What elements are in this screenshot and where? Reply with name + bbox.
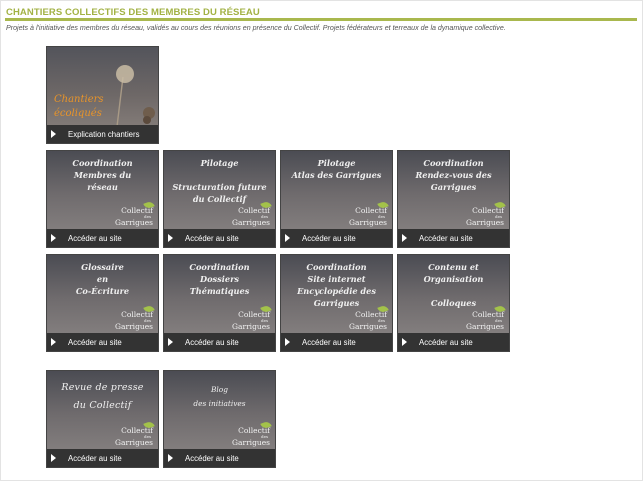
access-site-link[interactable]: Accéder au site [164,449,275,467]
tile-dossiers-thematiques[interactable]: Coordination Dossiers Thématiques Collec… [164,255,275,351]
tile-title: Revue de presse du Collectif [61,382,144,411]
tile-pilotage-atlas[interactable]: Pilotage Atlas des Garrigues Collectif de… [281,151,392,247]
tile-title: Pilotage Atlas des Garrigues [291,158,382,180]
arrow-right-icon [168,234,173,242]
access-site-link[interactable]: Accéder au site [47,229,158,247]
collectif-logo: Collectif des Garrigues [230,200,272,227]
collectif-logo: Collectif des Garrigues [113,304,155,331]
arrow-right-icon [51,130,56,138]
collectif-logo: Collectif des Garrigues [347,200,389,227]
page-title: CHANTIERS COLLECTIFS DES MEMBRES DU RÉSE… [6,7,260,18]
arrow-right-icon [402,234,407,242]
access-site-link[interactable]: Accéder au site [281,229,392,247]
arrow-right-icon [168,454,173,462]
tile-blog-initiatives[interactable]: Blog des initiatives Collectif des Garrigu… [164,371,275,467]
collectif-logo: Collectif des Garrigues [113,200,155,227]
collectif-logo: Collectif des Garrigues [464,200,506,227]
access-site-link[interactable]: Accéder au site [164,229,275,247]
tile-pilotage-structuration[interactable]: Pilotage Structuration future du Collect… [164,151,275,247]
collectif-logo: Collectif des Garrigues [347,304,389,331]
arrow-right-icon [285,338,290,346]
collectif-logo: Collectif des Garrigues [230,304,272,331]
tile-title: Glossaire en Co-Écriture [75,262,130,296]
tile-title: Coordination Dossiers Thématiques [189,262,250,296]
arrow-right-icon [285,234,290,242]
tile-coordination-rendez-vous[interactable]: Coordination Rendez-vous des Garrigues C… [398,151,509,247]
access-site-link[interactable]: Accéder au site [47,449,158,467]
tile-title: Contenu et Organisation Colloques [423,262,484,308]
tile-glossaire[interactable]: Glossaire en Co-Écriture Collectif des Gar… [47,255,158,351]
arrow-right-icon [51,338,56,346]
arrow-right-icon [51,234,56,242]
tile-colloques[interactable]: Contenu et Organisation Colloques Collec… [398,255,509,351]
tile-coordination-membres[interactable]: Coordination Membres du réseau Collectif… [47,151,158,247]
arrow-right-icon [51,454,56,462]
intro-tile-title: Chantiers écoliqués [54,94,104,119]
arrow-right-icon [168,338,173,346]
tile-revue-de-presse[interactable]: Revue de presse du Collectif Collectif de… [47,371,158,467]
tile-title: Blog des initiatives [193,385,246,408]
tile-title: Pilotage Structuration future du Collect… [172,158,267,204]
access-site-link[interactable]: Accéder au site [164,333,275,351]
collectif-logo: Collectif des Garrigues [230,420,272,447]
access-site-link[interactable]: Accéder au site [398,333,509,351]
arrow-right-icon [402,338,407,346]
tile-encyclopedie[interactable]: Coordination Site internet Encyclopédie … [281,255,392,351]
intro-tile-link-label: Explication chantiers [68,129,140,139]
intro-tile-chantiers[interactable]: Chantiers écoliqués Explication chantier… [47,47,158,143]
access-site-link[interactable]: Accéder au site [47,333,158,351]
collectif-logo: Collectif des Garrigues [464,304,506,331]
access-site-link[interactable]: Accéder au site [398,229,509,247]
tile-title: Coordination Site internet Encyclopédie … [297,262,376,308]
title-underline [5,18,637,21]
access-site-link[interactable]: Accéder au site [281,333,392,351]
tile-title: Coordination Rendez-vous des Garrigues [415,158,492,192]
intro-tile-link[interactable]: Explication chantiers [47,125,158,143]
tile-title: Coordination Membres du réseau [72,158,133,192]
collectif-logo: Collectif des Garrigues [113,420,155,447]
page-subtitle: Projets à l'initiative des membres du ré… [6,24,506,32]
